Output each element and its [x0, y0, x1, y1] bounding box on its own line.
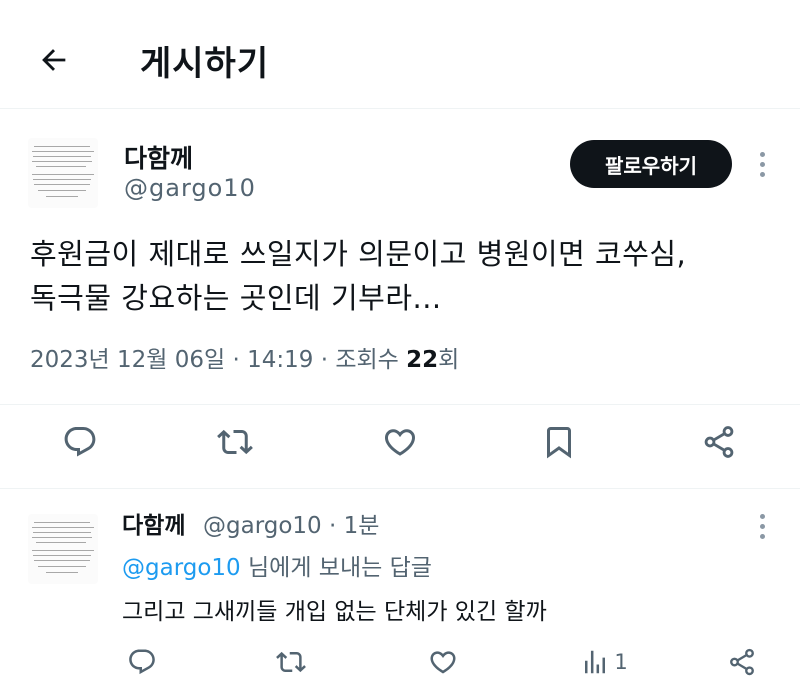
reply-author-name[interactable]: 다함께: [122, 506, 185, 540]
more-dot-icon: [759, 513, 765, 519]
timestamp-text[interactable]: 2023년 12월 06일 · 14:19 · 조회수: [30, 347, 406, 373]
reply-button[interactable]: [58, 420, 102, 464]
reply-icon: [129, 649, 155, 675]
page-title: 게시하기: [140, 44, 270, 84]
more-dot-icon: [759, 523, 765, 529]
more-dot-icon: [759, 151, 765, 157]
retweet-button[interactable]: [213, 420, 257, 464]
more-dot-icon: [759, 533, 765, 539]
retweet-icon: [276, 651, 306, 673]
more-options-button[interactable]: [754, 146, 770, 182]
bookmark-button[interactable]: [537, 420, 581, 464]
reply-icon: [64, 427, 96, 457]
mention-link[interactable]: @gargo10: [122, 555, 241, 581]
follow-button[interactable]: 팔로우하기: [570, 140, 732, 188]
like-icon: [384, 429, 416, 456]
replying-to: @gargo10 님에게 보내는 답글: [122, 548, 432, 582]
tweet-text: 후원금이 제대로 쓰일지가 의문이고 병원이면 코쑤심, 독극물 강요하는 곳인…: [30, 232, 770, 320]
reply-handle-time[interactable]: @gargo10 · 1분: [203, 506, 379, 540]
views-button[interactable]: 1: [574, 642, 634, 682]
avatar[interactable]: [28, 138, 98, 208]
more-options-button[interactable]: [754, 508, 770, 544]
like-icon: [430, 651, 456, 674]
more-dot-icon: [759, 171, 765, 177]
avatar[interactable]: [28, 514, 98, 584]
author-name[interactable]: 다함께: [124, 139, 193, 175]
view-count: 22: [406, 347, 439, 373]
retweet-icon: [217, 429, 253, 455]
view-count-suffix: 회: [438, 347, 460, 373]
bookmark-icon: [547, 427, 571, 459]
reply-text: 그리고 그새끼들 개입 없는 단체가 있긴 할까: [122, 599, 547, 625]
share-button[interactable]: [697, 420, 741, 464]
tweet-text-line: 독극물 강요하는 곳인데 기부라...: [30, 281, 442, 315]
like-button[interactable]: [423, 642, 463, 682]
views-count: 1: [614, 650, 628, 674]
replying-suffix: 님에게 보내는 답글: [240, 555, 432, 581]
back-button[interactable]: [30, 36, 78, 84]
tweet-meta: 2023년 12월 06일 · 14:19 · 조회수 22회: [30, 340, 459, 374]
views-icon: [585, 650, 606, 674]
share-icon: [704, 426, 734, 458]
share-icon: [730, 648, 754, 676]
tweet-text-line: 후원금이 제대로 쓰일지가 의문이고 병원이면 코쑤심,: [30, 237, 687, 271]
share-button[interactable]: [722, 642, 762, 682]
top-bar: [0, 0, 800, 109]
like-button[interactable]: [378, 420, 422, 464]
arrow-left-icon: [42, 49, 66, 71]
reply-button[interactable]: [122, 642, 162, 682]
author-handle[interactable]: @gargo10: [124, 174, 256, 202]
retweet-button[interactable]: [271, 642, 311, 682]
divider: [0, 488, 800, 489]
divider: [0, 404, 800, 405]
more-dot-icon: [759, 161, 765, 167]
